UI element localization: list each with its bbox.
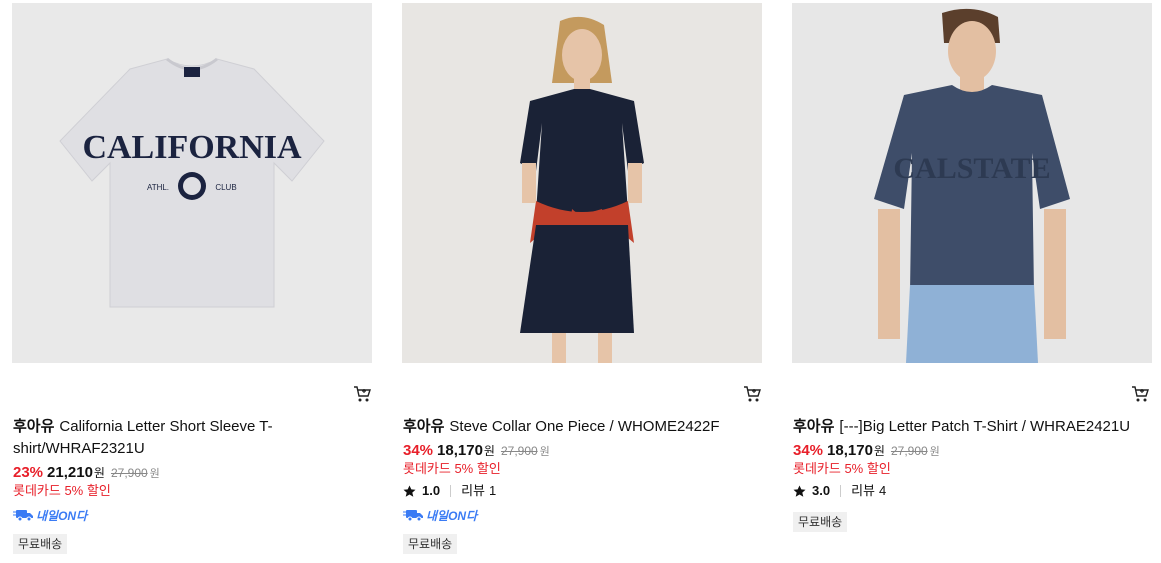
brand-name: 후아유: [403, 418, 445, 435]
divider: [840, 485, 842, 497]
delivery-badge: 내일ON다: [13, 507, 87, 523]
cart-icon[interactable]: [1131, 385, 1149, 403]
free-shipping-badge: 무료배송: [403, 534, 458, 554]
review-count: 4: [879, 483, 887, 498]
cart-icon[interactable]: [353, 385, 371, 403]
product-card[interactable]: CALIFORNIA ATHL. CLUB 후아유 California Lett…: [12, 3, 372, 563]
product-image[interactable]: CALIFORNIA ATHL. CLUB: [12, 3, 372, 363]
print-right-text: CLUB: [215, 183, 236, 192]
card-discount-text: 롯데카드 5% 할인: [13, 483, 111, 498]
product-image[interactable]: CALSTATE: [792, 3, 1152, 363]
tshirt-model-photo: CALSTATE: [792, 3, 1152, 363]
product-card[interactable]: CALSTATE 후아유 [---]Big Letter Patch T-Shir…: [792, 3, 1152, 563]
print-main-text: CALSTATE: [893, 152, 1050, 185]
discount-rate: 34%: [403, 442, 434, 459]
review-label: 리뷰: [851, 483, 875, 498]
product-card[interactable]: 후아유 Steve Collar One Piece / WHOME2422F 3…: [402, 3, 762, 563]
original-currency: 원: [149, 468, 160, 480]
rating-row[interactable]: 3.0 리뷰 4: [793, 482, 886, 500]
product-name: Steve Collar One Piece / WHOME2422F: [449, 418, 720, 435]
star-icon: [793, 485, 806, 497]
sale-price: 18,170: [437, 442, 483, 459]
product-title[interactable]: 후아유 California Letter Short Sleeve T-shir…: [13, 416, 283, 460]
brand-name: 후아유: [13, 418, 55, 435]
price-row: 34% 18,170원 27,900 원: [793, 441, 940, 462]
card-discount-text: 롯데카드 5% 할인: [793, 461, 891, 476]
print-left-text: ATHL.: [147, 183, 169, 192]
rating-value: 3.0: [812, 483, 831, 498]
sale-price: 21,210: [47, 464, 93, 481]
delivery-badge: 내일ON다: [403, 507, 477, 523]
cart-icon[interactable]: [743, 385, 761, 403]
original-price: 27,900: [500, 444, 538, 458]
product-name: [---]Big Letter Patch T-Shirt / WHRAE242…: [839, 418, 1131, 435]
print-main-text: CALIFORNIA: [82, 129, 302, 166]
free-shipping-badge: 무료배송: [793, 512, 848, 532]
delivery-label: 내일ON다: [36, 508, 88, 523]
sale-price: 18,170: [827, 442, 873, 459]
review-count: 1: [489, 483, 497, 498]
currency-label: 원: [873, 444, 885, 458]
price-row: 23% 21,210원 27,900 원: [13, 463, 160, 484]
card-discount-text: 롯데카드 5% 할인: [403, 461, 501, 476]
brand-name: 후아유: [793, 418, 835, 435]
delivery-truck-icon: [13, 510, 33, 522]
price-row: 34% 18,170원 27,900 원: [403, 441, 550, 462]
original-currency: 원: [929, 446, 940, 458]
rating-row[interactable]: 1.0 리뷰 1: [403, 482, 496, 500]
original-price: 27,900: [110, 466, 148, 480]
free-shipping-badge: 무료배송: [13, 534, 68, 554]
currency-label: 원: [483, 444, 495, 458]
delivery-label: 내일ON다: [426, 508, 478, 523]
discount-rate: 23%: [13, 464, 44, 481]
rating-value: 1.0: [422, 483, 441, 498]
tshirt-illustration: CALIFORNIA ATHL. CLUB: [12, 3, 372, 363]
dress-model-photo: [402, 3, 762, 363]
original-price: 27,900: [890, 444, 928, 458]
delivery-truck-icon: [403, 510, 423, 522]
product-image[interactable]: [402, 3, 762, 363]
original-currency: 원: [539, 446, 550, 458]
product-title[interactable]: 후아유 [---]Big Letter Patch T-Shirt / WHRAE…: [793, 416, 1153, 438]
divider: [450, 485, 452, 497]
star-icon: [403, 485, 416, 497]
discount-rate: 34%: [793, 442, 824, 459]
currency-label: 원: [93, 466, 105, 480]
product-title[interactable]: 후아유 Steve Collar One Piece / WHOME2422F: [403, 416, 763, 438]
review-label: 리뷰: [461, 483, 485, 498]
